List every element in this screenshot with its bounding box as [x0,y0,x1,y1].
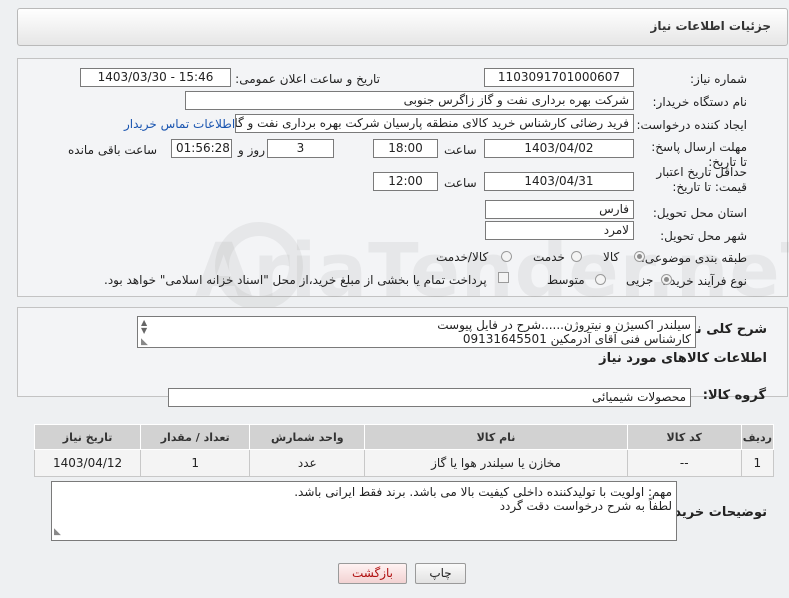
category-label: طبقه بندی موضوعی: [640,251,747,265]
cell-unit: عدد [249,449,366,477]
announce-date-field[interactable]: 1403/03/30 - 15:46 [80,68,231,87]
cell-row-number: 1 [740,449,775,477]
description-textarea[interactable]: سیلندر اکسیژن و نیتروژن......شرح در فایل… [137,316,696,348]
col-header-need-date: تاریخ نیاز [33,424,142,450]
goods-group-field[interactable]: محصولات شیمیائی [168,388,691,407]
province-field[interactable]: فارس [485,200,634,219]
goods-section-title: اطلاعات کالاهای مورد نیاز [599,351,767,366]
days-field[interactable]: 3 [267,139,334,158]
remaining-time-field[interactable]: 01:56:28 [171,139,232,158]
remaining-label: ساعت باقی مانده [68,143,158,157]
cell-quantity: 1 [140,449,251,477]
print-button[interactable]: چاپ [415,563,466,584]
cell-item-name: مخازن یا سیلندر هوا یا گاز [364,449,628,477]
col-header-item-code: کد کالا [626,424,742,450]
need-number-field[interactable]: 1103091701000607 [484,68,634,87]
treasury-payment-checkbox[interactable] [498,272,509,283]
province-label: استان محل تحویل: [652,206,747,220]
category-radio-both[interactable] [501,251,512,262]
col-header-quantity: تعداد / مقدار [140,424,251,450]
textarea-scroll-down[interactable]: ▼ [141,326,147,335]
category-label-service: خدمت [533,250,565,264]
notes-resize-handle[interactable]: ◣ [54,527,61,537]
goods-table: ردیف کد کالا نام کالا واحد شمارش تعداد /… [33,424,775,477]
process-label-minor: جزیی [626,273,654,287]
col-header-unit: واحد شمارش [249,424,366,450]
description-line-1: سیلندر اکسیژن و نیتروژن......شرح در فایل… [437,318,691,332]
buyer-notes-line-2: لطفاً به شرح درخواست دقت گردد [499,499,672,513]
buyer-notes-line-1: مهم: اولویت با تولیدکننده داخلی کیفیت با… [294,485,672,499]
page-title: جزئیات اطلاعات نیاز [650,19,771,33]
process-label-medium: متوسط [547,273,585,287]
price-time-label: ساعت [444,176,477,190]
reply-date-field[interactable]: 1403/04/02 [484,139,634,158]
category-radio-goods[interactable] [634,251,645,262]
textarea-resize-handle[interactable]: ◣ [141,337,148,347]
creator-field[interactable]: فرید رضائی کارشناس خرید کالای منطقه پارس… [235,114,634,133]
category-label-both: کالا/خدمت [436,250,489,264]
back-button[interactable]: بازگشت [338,563,407,584]
need-number-label: شماره نیاز: [690,72,747,86]
process-radio-minor[interactable] [661,274,672,285]
days-label: روز و [238,143,265,157]
cell-item-code: -- [626,449,742,477]
buyer-notes-textarea[interactable]: مهم: اولویت با تولیدکننده داخلی کیفیت با… [51,481,677,541]
buyer-org-label: نام دستگاه خریدار: [652,95,748,109]
reply-time-field[interactable]: 18:00 [373,139,438,158]
city-label: شهر محل تحویل: [660,229,747,243]
buyer-org-field[interactable]: شرکت بهره برداری نفت و گاز زاگرس جنوبی [185,91,634,110]
goods-table-header-row: ردیف کد کالا نام کالا واحد شمارش تعداد /… [33,424,775,450]
city-field[interactable]: لامرد [485,221,634,240]
col-header-row-number: ردیف [740,424,775,450]
process-label: نوع فرآیند خرید : [662,274,747,288]
reply-time-label: ساعت [444,143,477,157]
cell-need-date: 1403/04/12 [33,449,142,477]
price-validity-label: حداقل تاریخ اعتبار قیمت: تا تاریخ: [656,165,747,194]
price-time-field[interactable]: 12:00 [373,172,438,191]
price-date-field[interactable]: 1403/04/31 [484,172,634,191]
announce-label: تاریخ و ساعت اعلان عمومی: [235,72,380,86]
contact-info-link[interactable]: اطلاعات تماس خریدار [124,117,235,131]
goods-group-label: گروه کالا: [702,388,766,403]
category-radio-service[interactable] [571,251,582,262]
table-row[interactable]: 1 -- مخازن یا سیلندر هوا یا گاز عدد 1 14… [33,449,775,477]
creator-label: ایجاد کننده درخواست: [636,118,747,132]
process-radio-medium[interactable] [595,274,606,285]
category-label-goods: کالا [603,250,620,264]
col-header-item-name: نام کالا [364,424,628,450]
description-line-2: کارشناس فنی آقای آدرمکین 09131645501 [462,332,691,346]
treasury-payment-note: پرداخت تمام یا بخشی از مبلغ خرید،از محل … [104,273,487,287]
